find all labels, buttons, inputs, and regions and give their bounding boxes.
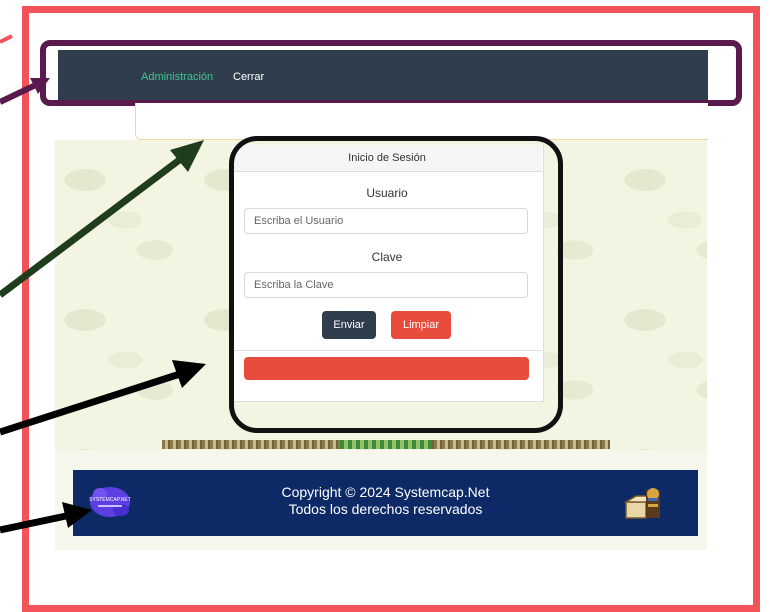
arrow-red [0,34,13,44]
arrow-green [0,140,204,298]
arrow-black-footer [0,502,92,534]
arrow-black-card [0,360,206,436]
annotation-arrows [0,34,206,534]
arrow-purple [0,78,50,105]
